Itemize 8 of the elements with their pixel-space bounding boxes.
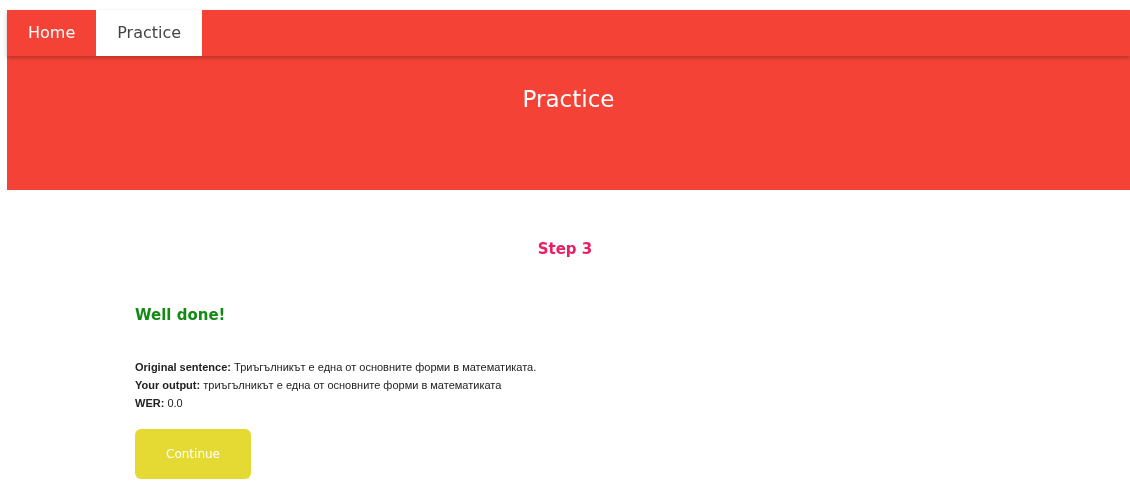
nav-tab[interactable]: Practice <box>96 10 203 56</box>
page-title: Practice <box>522 86 615 114</box>
result-line: WER: 0.0 <box>135 396 184 411</box>
nav-tab[interactable]: Home <box>7 10 97 56</box>
feedback-message: Well done! <box>135 306 227 324</box>
result-line: Your output: триъгълникът е една от основните форми в математиката <box>135 378 503 393</box>
result-line: Original sentence: Триъгълникът е една от основните форми в математиката. <box>135 360 538 375</box>
step-heading: Step 3 <box>536 240 594 260</box>
